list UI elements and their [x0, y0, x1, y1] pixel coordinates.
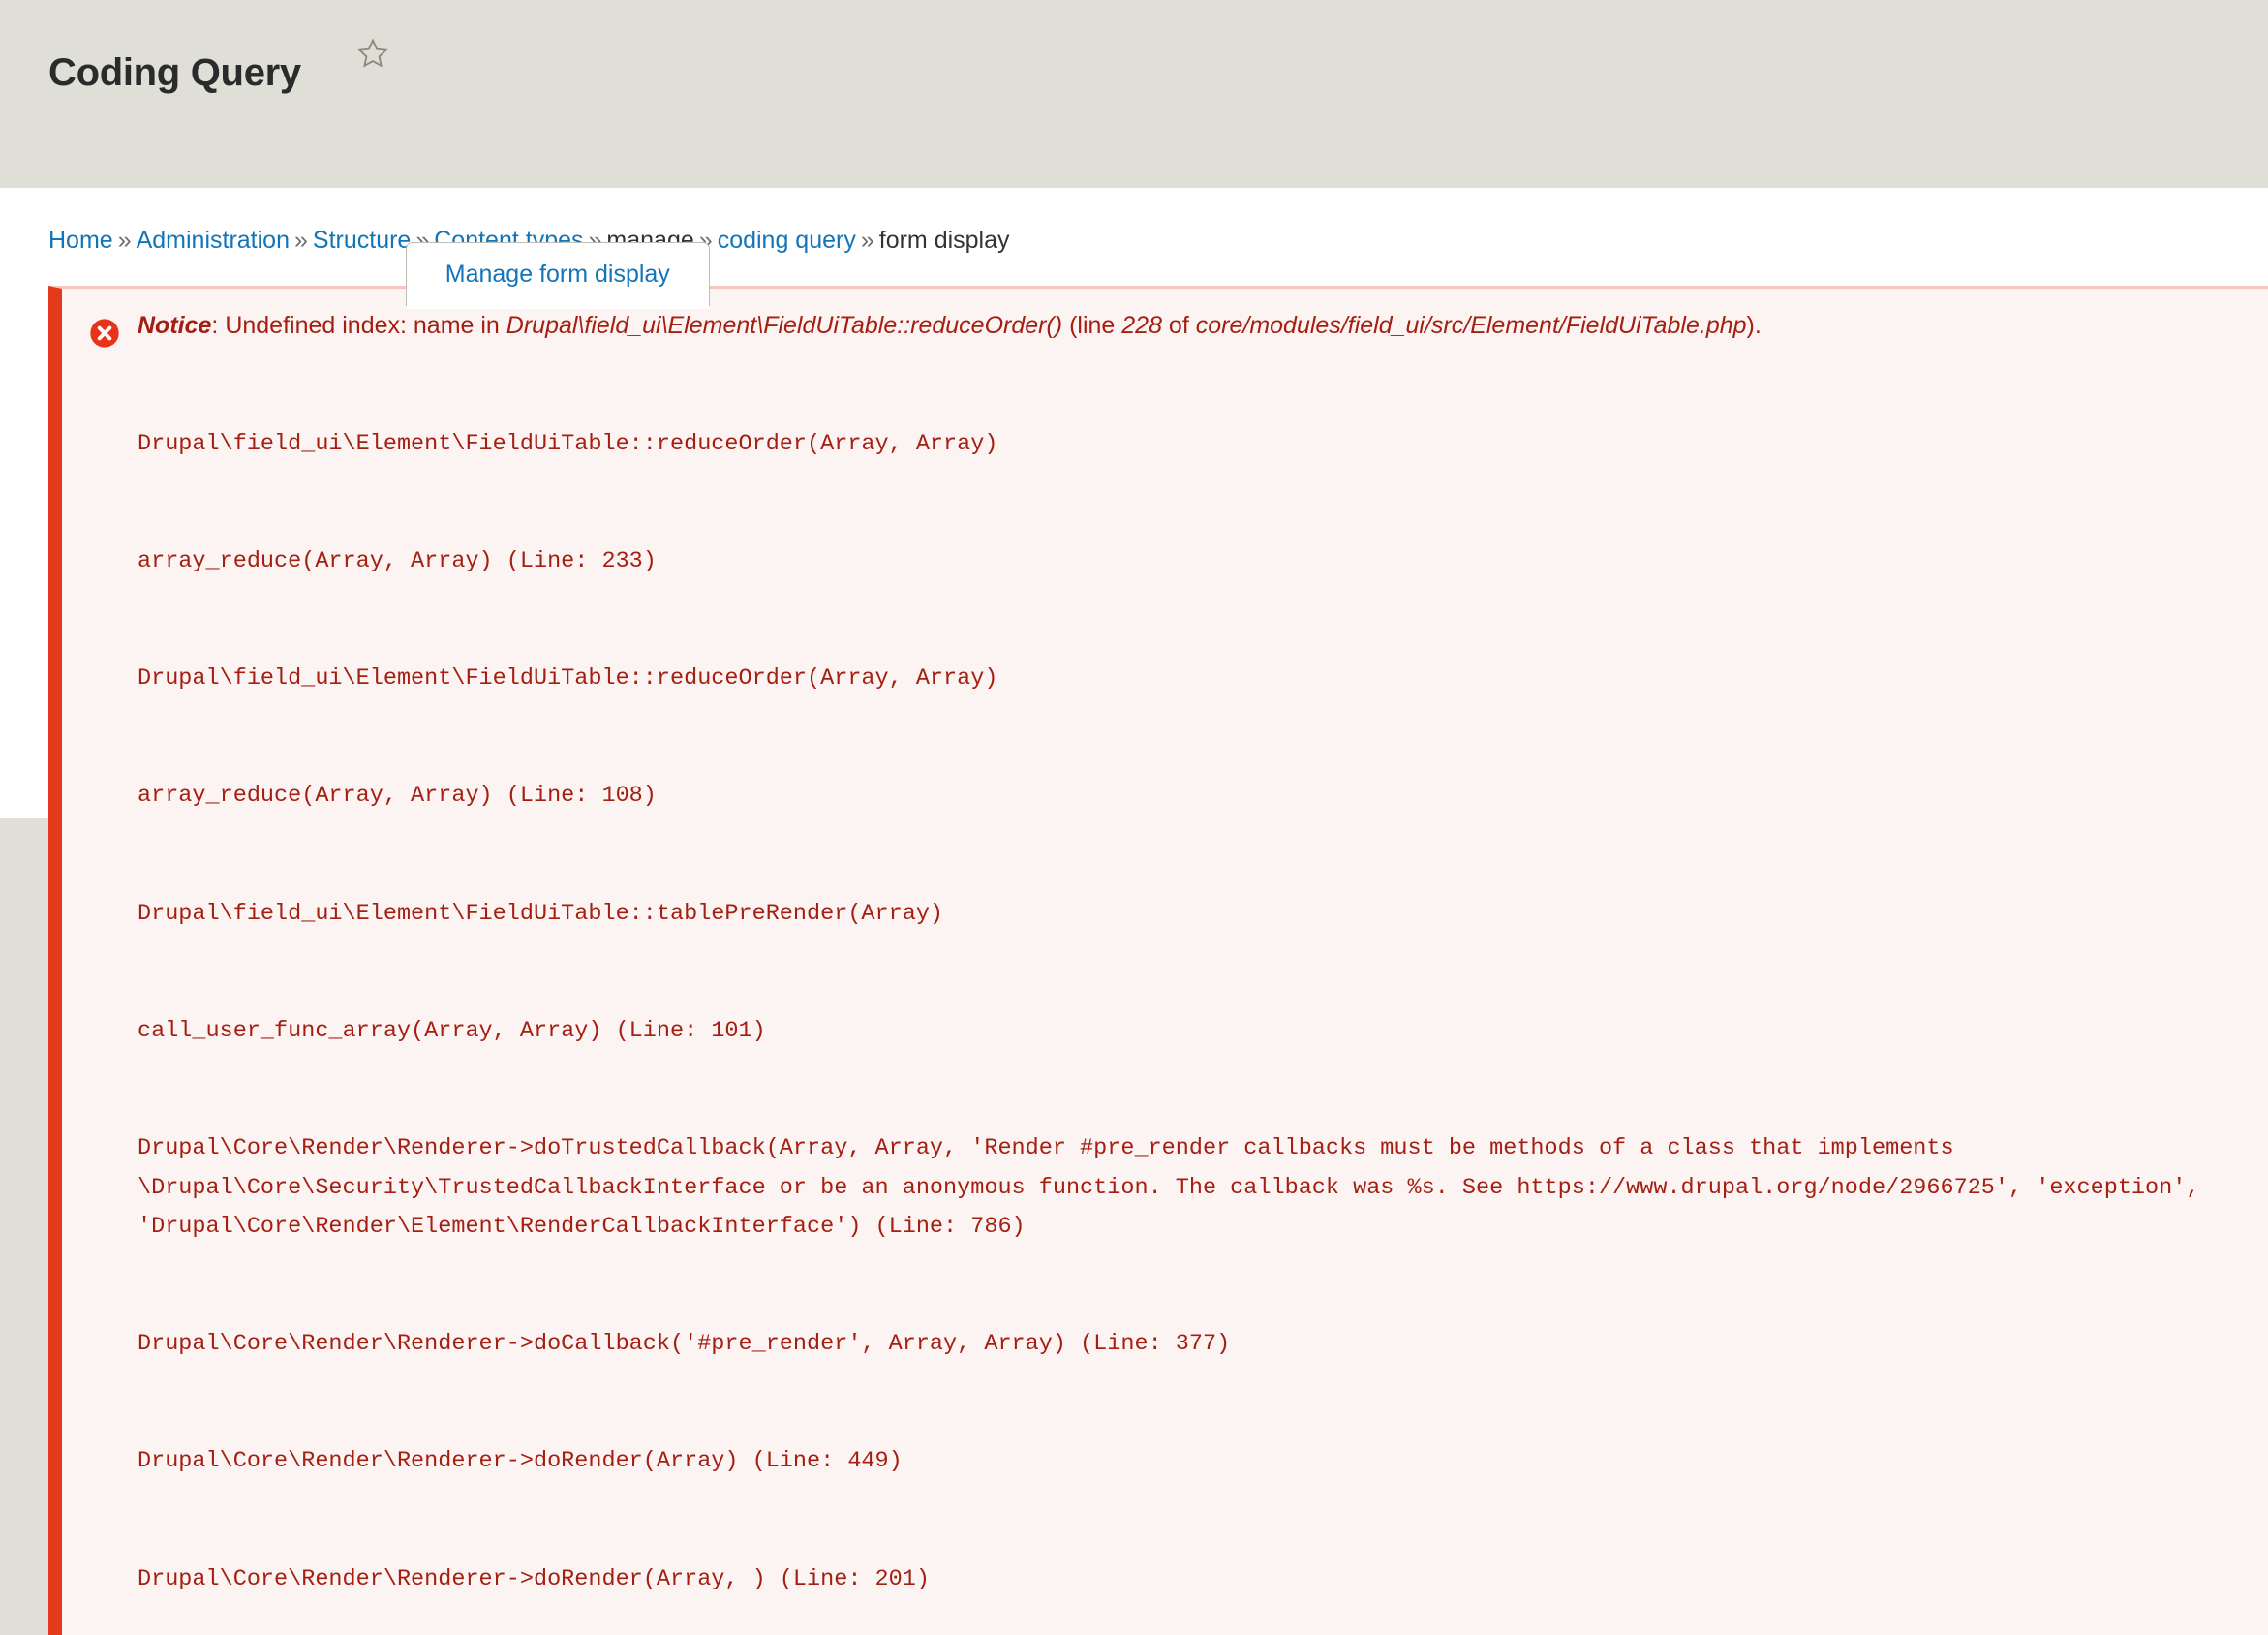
backtrace-line: call_user_func_array(Array, Array) (Line… [138, 1017, 766, 1044]
breadcrumb-item-home[interactable]: Home [48, 227, 113, 254]
notice-of: of [1161, 312, 1196, 339]
breadcrumb-item-structure[interactable]: Structure [313, 227, 411, 254]
backtrace-line: Drupal\Core\Render\Renderer->doRender(Ar… [138, 1448, 903, 1475]
page-root: Coding Query Edit Manage fields Manage f… [0, 0, 2268, 1635]
backtrace-line: array_reduce(Array, Array) (Line: 233) [138, 548, 657, 575]
notice-file: core/modules/field_ui/src/Element/FieldU… [1195, 312, 1747, 339]
notice-summary: Notice: Undefined index: name in Drupal\… [62, 310, 2241, 341]
notice-function: Drupal\field_ui\Element\FieldUiTable::re… [506, 312, 1063, 339]
main-content: Home» Administration» Structure» Content ty… [0, 188, 2268, 1635]
backtrace-list: Drupal\field_ui\Element\FieldUiTable::re… [62, 347, 2241, 1635]
backtrace-line: Drupal\field_ui\Element\FieldUiTable::re… [138, 430, 998, 457]
notice-suffix: ). [1746, 312, 1762, 339]
notice-description: Undefined index: name in [225, 312, 506, 339]
breadcrumb-separator: » [294, 227, 308, 254]
tab-label: Manage form display [444, 261, 670, 288]
star-outline-icon[interactable] [356, 37, 389, 70]
breadcrumb-separator: » [117, 227, 132, 254]
backtrace-line: Drupal\Core\Render\Renderer->doTrustedCa… [138, 1135, 2214, 1240]
backtrace-line: array_reduce(Array, Array) (Line: 108) [138, 783, 657, 810]
notice-line-number: 228 [1121, 312, 1162, 339]
backtrace-line: Drupal\field_ui\Element\FieldUiTable::ta… [138, 900, 944, 927]
breadcrumb-item-coding-query[interactable]: coding query [718, 227, 856, 254]
error-message-body: Notice: Undefined index: name in Drupal\… [62, 310, 2268, 1635]
backtrace-line: Drupal\Core\Render\Renderer->doRender(Ar… [138, 1565, 930, 1592]
notice-label: Notice [138, 312, 212, 339]
backtrace-line: Drupal\Core\Render\Renderer->doCallback(… [138, 1331, 1231, 1358]
breadcrumb-separator: » [860, 227, 874, 254]
notice-line-prefix: (line [1062, 312, 1122, 339]
title-region: Coding Query [0, 0, 2268, 118]
tab-manage-form-display[interactable]: Manage form display [405, 242, 710, 306]
notice-separator: : [211, 312, 226, 339]
tabs-region: Edit Manage fields Manage form display M… [0, 118, 2268, 306]
error-message-region: Notice: Undefined index: name in Drupal\… [48, 286, 2268, 1635]
backtrace-line: Drupal\field_ui\Element\FieldUiTable::re… [138, 665, 998, 693]
error-circle-x-icon [89, 318, 120, 349]
breadcrumb-item-form-display: form display [878, 227, 1010, 254]
page-title: Coding Query [48, 50, 301, 94]
breadcrumb-item-administration[interactable]: Administration [137, 227, 290, 254]
